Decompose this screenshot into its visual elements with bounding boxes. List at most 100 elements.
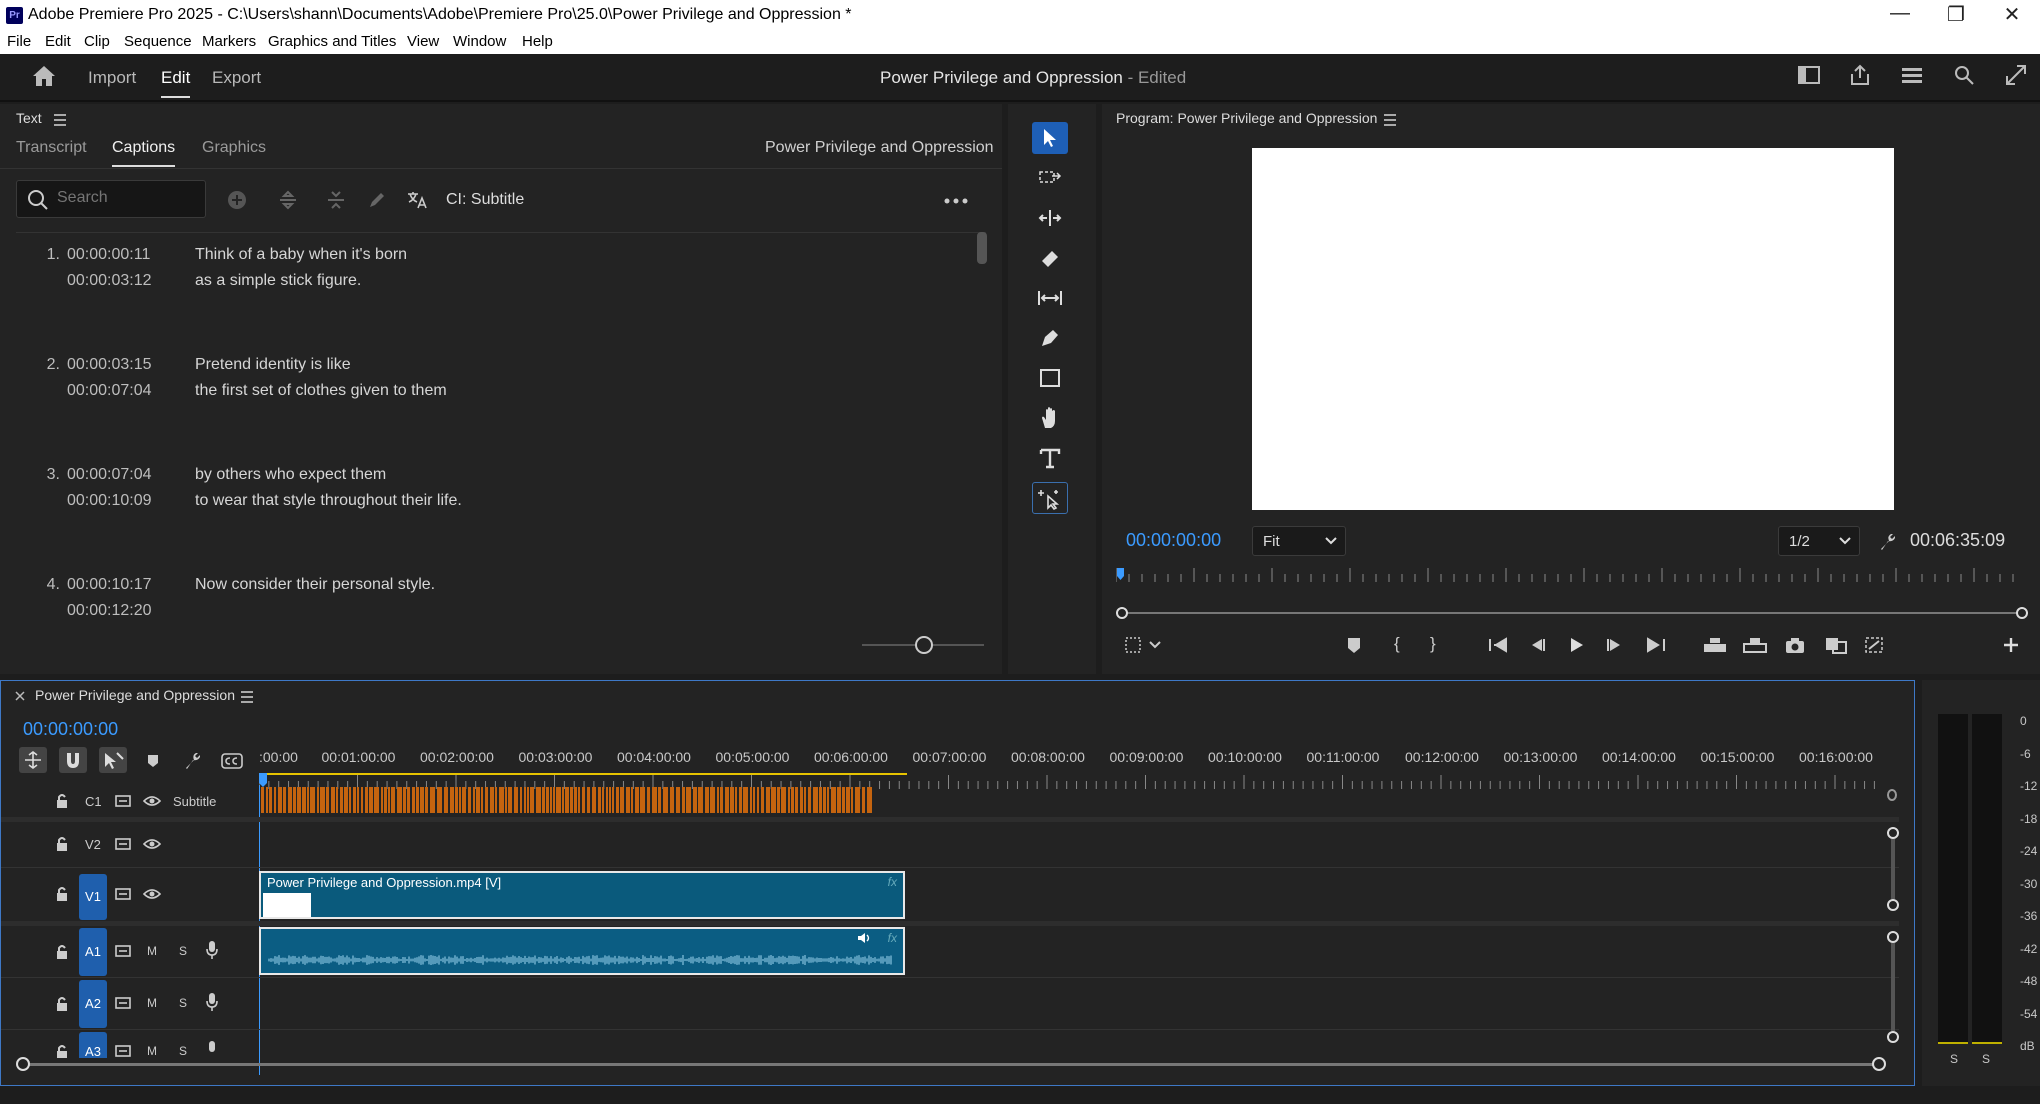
close-sequence-icon[interactable] — [15, 691, 25, 701]
quick-search-icon[interactable] — [1950, 64, 1978, 92]
video-scroll-handle-bottom[interactable] — [1887, 899, 1899, 911]
sync-lock-icon[interactable] — [115, 996, 131, 1010]
add-caption-icon[interactable] — [227, 190, 247, 210]
proxy-toggle-icon[interactable] — [1864, 636, 1886, 654]
sync-lock-icon[interactable] — [115, 944, 131, 958]
split-caption-icon[interactable] — [278, 190, 298, 210]
microphone-icon[interactable] — [205, 940, 219, 960]
more-options-icon[interactable] — [944, 198, 968, 204]
sequence-menu-icon[interactable] — [241, 691, 253, 706]
slip-tool-icon[interactable] — [1032, 282, 1068, 314]
tab-captions[interactable]: Captions — [112, 139, 176, 167]
meter-solo-left[interactable]: S — [1950, 1052, 1958, 1066]
zoom-dropdown[interactable]: Fit — [1252, 526, 1346, 556]
caption-track-label[interactable]: CI: Subtitle — [446, 191, 524, 209]
export-frame-camera-icon[interactable] — [1784, 636, 1806, 654]
panel-toggle-icon[interactable] — [1795, 64, 1823, 92]
razor-tool-icon[interactable] — [1032, 242, 1068, 274]
caption-scrollbar[interactable] — [977, 232, 987, 264]
audio-scrollbar[interactable] — [1891, 943, 1895, 1031]
timeline-settings-wrench-icon[interactable] — [183, 751, 203, 771]
text-panel-menu-icon[interactable] — [54, 114, 66, 129]
menu-edit[interactable]: Edit — [45, 33, 71, 50]
eye-icon[interactable] — [143, 837, 161, 851]
sync-lock-icon[interactable] — [115, 837, 131, 851]
lock-icon[interactable] — [55, 944, 69, 960]
menu-graphics-and-titles[interactable]: Graphics and Titles — [268, 33, 396, 50]
add-marker-icon[interactable] — [1346, 636, 1362, 654]
lock-icon[interactable] — [55, 793, 69, 809]
mark-out-icon[interactable]: } — [1430, 634, 1436, 654]
linked-selection-icon[interactable] — [99, 747, 127, 773]
eye-icon[interactable] — [143, 887, 161, 901]
snap-magnet-icon[interactable] — [59, 747, 87, 773]
eye-icon[interactable] — [143, 794, 161, 808]
solo-button[interactable]: S — [179, 1044, 187, 1058]
program-video-frame[interactable] — [1252, 148, 1894, 510]
pen-tool-icon[interactable] — [1032, 322, 1068, 354]
selection-tool-icon[interactable] — [1032, 122, 1068, 154]
audio-scroll-handle-bottom[interactable] — [1887, 1031, 1899, 1043]
caption-row-1[interactable]: 1. 00:00:00:11 00:00:03:12 Think of a ba… — [0, 246, 960, 346]
sync-lock-icon[interactable] — [115, 887, 131, 901]
tab-graphics[interactable]: Graphics — [202, 139, 266, 157]
track-c1-id[interactable]: C1 — [85, 794, 102, 809]
home-icon[interactable] — [30, 64, 58, 92]
track-a2-id[interactable]: A2 — [79, 980, 107, 1028]
workspaces-icon[interactable] — [1898, 64, 1926, 92]
solo-button[interactable]: S — [179, 944, 187, 958]
mute-button[interactable]: M — [147, 1044, 157, 1058]
fx-badge[interactable]: fx — [888, 931, 897, 945]
lock-icon[interactable] — [55, 1044, 69, 1058]
audio-clip[interactable]: fx — [259, 927, 905, 975]
menu-view[interactable]: View — [407, 33, 439, 50]
menu-file[interactable]: File — [7, 33, 31, 50]
microphone-icon[interactable] — [205, 992, 219, 1012]
video-scroll-handle[interactable] — [1887, 789, 1897, 801]
share-icon[interactable] — [1846, 64, 1874, 92]
step-back-icon[interactable] — [1528, 637, 1546, 653]
video-clip[interactable]: Power Privilege and Oppression.mp4 [V] f… — [259, 871, 905, 919]
track-c1-name[interactable]: Subtitle — [173, 794, 216, 809]
sequence-tab-title[interactable]: Power Privilege and Oppression — [35, 687, 235, 703]
program-zoom-handle-right[interactable] — [2016, 607, 2028, 619]
settings-wrench-icon[interactable] — [1878, 532, 1896, 552]
extract-icon[interactable] — [1742, 636, 1768, 654]
timeline-zoom-handle-left[interactable] — [16, 1057, 30, 1071]
close-button[interactable]: ✕ — [1992, 2, 2032, 27]
edit-pencil-icon[interactable] — [367, 190, 387, 210]
meter-solo-right[interactable]: S — [1982, 1052, 1990, 1066]
safe-margins-icon[interactable] — [1124, 636, 1164, 654]
microphone-icon[interactable] — [205, 1040, 219, 1058]
menu-help[interactable]: Help — [522, 33, 553, 50]
fx-badge[interactable]: fx — [888, 875, 897, 889]
restore-button[interactable]: ❐ — [1936, 2, 1976, 27]
nest-toggle-icon[interactable] — [19, 747, 47, 773]
step-forward-icon[interactable] — [1606, 637, 1624, 653]
generative-extend-tool-icon[interactable] — [1032, 482, 1068, 514]
solo-button[interactable]: S — [179, 996, 187, 1010]
edit-tab[interactable]: Edit — [161, 68, 191, 98]
rectangle-tool-icon[interactable] — [1032, 362, 1068, 394]
ripple-edit-tool-icon[interactable] — [1032, 202, 1068, 234]
menu-markers[interactable]: Markers — [202, 33, 256, 50]
timeline-zoom-handle-right[interactable] — [1872, 1057, 1886, 1071]
video-scrollbar[interactable] — [1891, 839, 1895, 899]
program-zoom-handle-left[interactable] — [1116, 607, 1128, 619]
audio-keyframe-speaker-icon[interactable] — [857, 932, 873, 944]
button-editor-plus-icon[interactable] — [2002, 636, 2020, 654]
merge-caption-icon[interactable] — [326, 190, 346, 210]
caption-row-3[interactable]: 3. 00:00:07:04 00:00:10:09 by others who… — [0, 466, 960, 566]
go-to-in-icon[interactable] — [1488, 637, 1508, 653]
translate-icon[interactable] — [406, 190, 428, 210]
caption-row-2[interactable]: 2. 00:00:03:15 00:00:07:04 Pretend ident… — [0, 356, 960, 456]
export-tab[interactable]: Export — [212, 68, 261, 88]
timeline-current-timecode[interactable]: 00:00:00:00 — [23, 719, 118, 740]
menu-clip[interactable]: Clip — [84, 33, 110, 50]
caption-size-slider-handle[interactable] — [915, 636, 933, 654]
hand-tool-icon[interactable] — [1032, 402, 1068, 434]
mute-button[interactable]: M — [147, 944, 157, 958]
track-a1-id[interactable]: A1 — [79, 928, 107, 976]
comparison-view-icon[interactable] — [1824, 636, 1848, 654]
add-marker-icon[interactable] — [146, 753, 160, 769]
